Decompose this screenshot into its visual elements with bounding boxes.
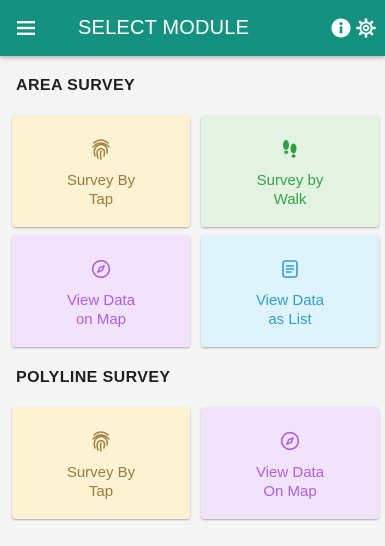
card-label-line2: Walk [273, 191, 307, 208]
footprints-icon [283, 140, 297, 158]
card-label-line1: View Data [66, 292, 136, 309]
list-icon [282, 260, 298, 278]
card-label-line1: Survey By [66, 464, 136, 481]
page-title: SELECT MODULE [78, 17, 250, 39]
menu-button[interactable] [14, 16, 38, 40]
view-data-as-list-card[interactable]: View Data as List [201, 235, 379, 347]
view-data-on-map-card[interactable]: View Data on Map [12, 235, 190, 347]
menu-icon [17, 21, 35, 35]
fingerprint-icon [92, 431, 110, 452]
area-survey-by-tap-card[interactable]: Survey By Tap [12, 115, 190, 227]
section-title-area-survey: AREA SURVEY [16, 77, 136, 94]
app-bar: SELECT MODULE [0, 0, 385, 56]
card-label-line1: View Data [255, 464, 325, 481]
card-label-line1: Survey by [256, 172, 324, 189]
card-label-line2: Tap [88, 191, 114, 208]
fingerprint-icon [92, 139, 110, 160]
card-label-line2: Tap [88, 483, 114, 500]
polyline-view-data-on-map-card[interactable]: View Data On Map [201, 407, 379, 519]
settings-icon [356, 18, 376, 38]
card-label-line2: as List [268, 311, 312, 328]
info-button[interactable] [330, 17, 352, 39]
settings-button[interactable] [355, 17, 377, 39]
card-label-line2: on Map [75, 311, 127, 328]
info-icon [331, 18, 351, 38]
card-label-line1: View Data [255, 292, 325, 309]
compass-icon [280, 431, 300, 451]
survey-by-walk-card[interactable]: Survey by Walk [201, 115, 379, 227]
card-label-line2: On Map [263, 483, 317, 500]
compass-icon [91, 259, 111, 279]
card-label-line1: Survey By [66, 172, 136, 189]
polyline-survey-by-tap-card[interactable]: Survey By Tap [12, 407, 190, 519]
section-title-polyline-survey: POLYLINE SURVEY [16, 369, 171, 386]
